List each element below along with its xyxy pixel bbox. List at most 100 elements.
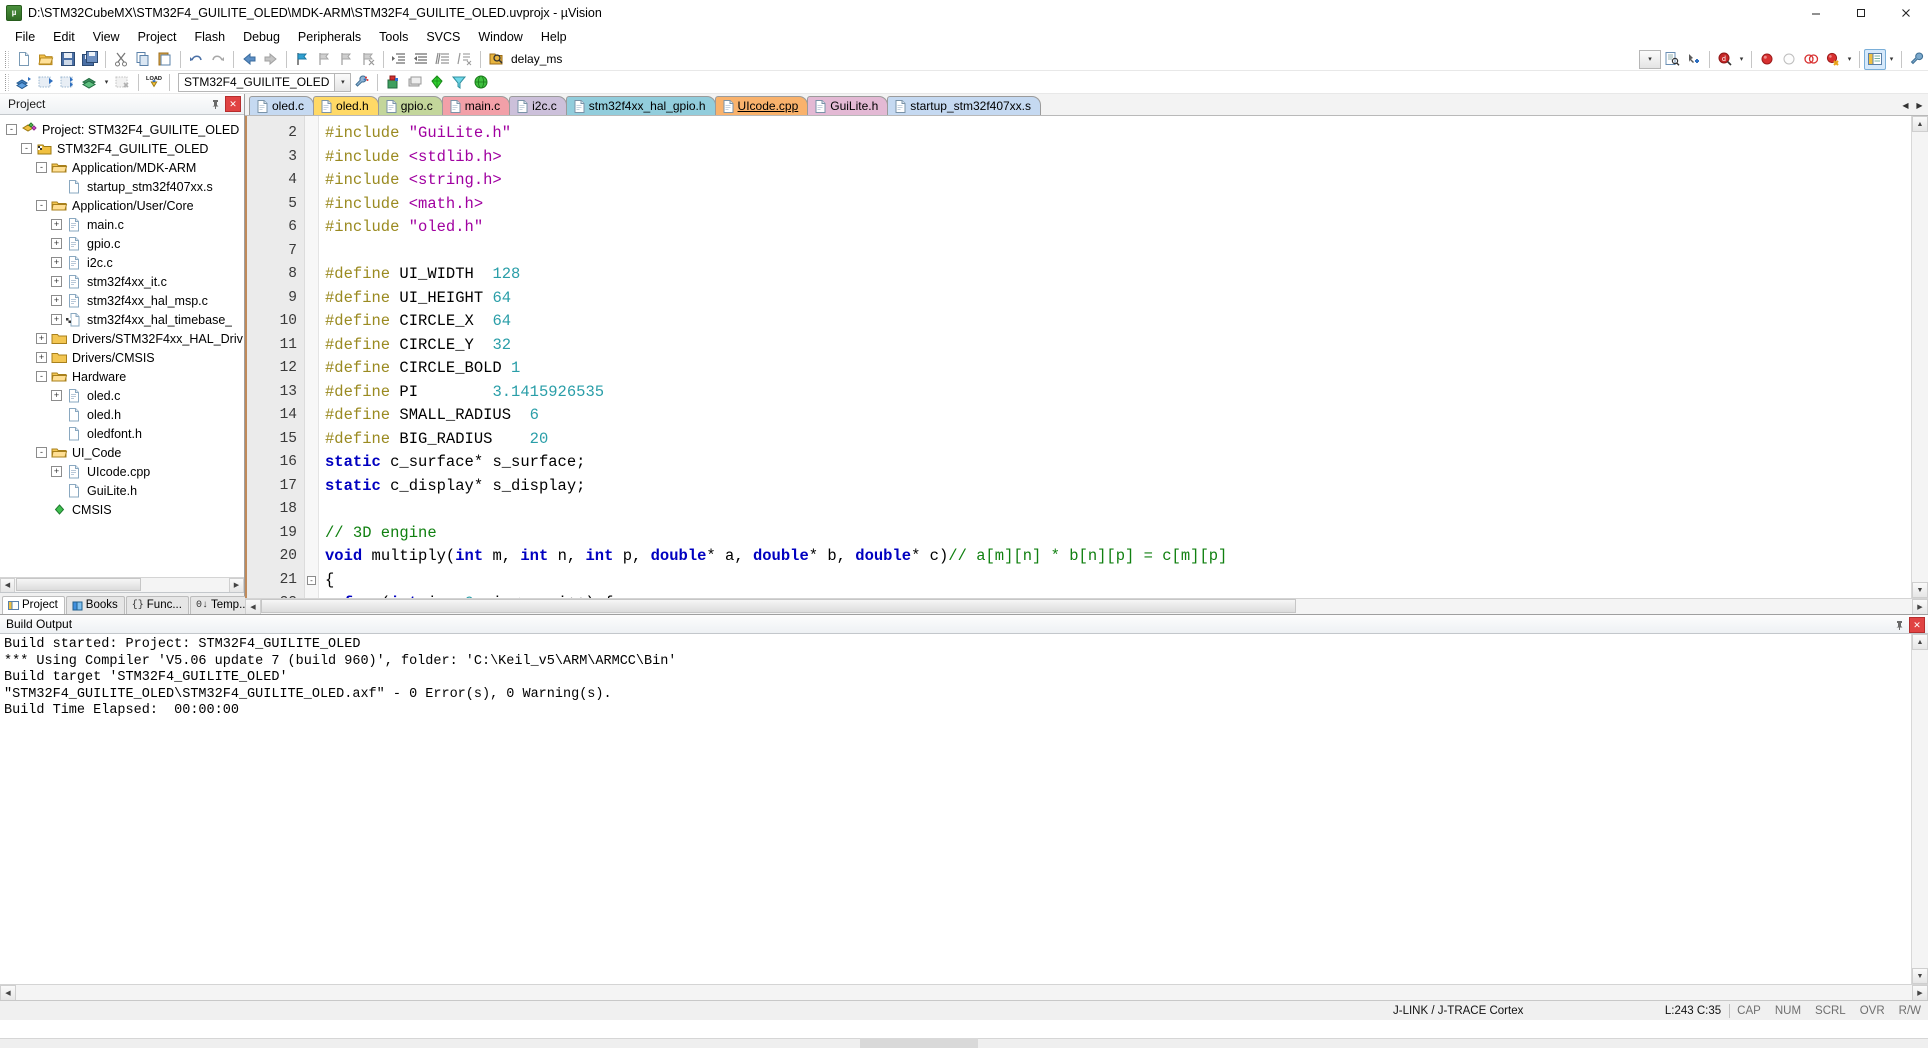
navigate-back-icon[interactable] [238,49,260,70]
paste-icon[interactable] [154,49,176,70]
project-window-icon[interactable] [1864,49,1886,70]
expand-icon[interactable]: + [51,295,62,306]
bookmark-toggle-icon[interactable] [291,49,313,70]
vscroll-up-arrow-icon[interactable]: ▲ [1912,116,1928,132]
tree-item[interactable]: +UIcode.cpp [6,462,244,481]
breakpoint-dropdown-icon[interactable]: ▾ [1844,49,1855,70]
build-pin-icon[interactable] [1891,617,1907,633]
vscroll-track[interactable] [1912,132,1928,582]
editor-hscroll-right-icon[interactable]: ▶ [1912,599,1928,615]
stop-build-icon[interactable] [112,72,134,93]
download-icon[interactable]: LOAD [143,72,165,93]
menu-debug[interactable]: Debug [234,28,289,46]
tab-project[interactable]: Project [2,596,65,614]
tree-item[interactable]: -UI_Code [6,443,244,462]
tree-item[interactable]: +Drivers/STM32F4xx_HAL_Driv [6,329,244,348]
fold-toggle[interactable]: - [305,592,318,598]
breakpoint-kill-all-icon[interactable] [1822,49,1844,70]
build-hscroll-left-icon[interactable]: ◀ [0,985,16,1001]
editor-hscroll-thumb[interactable] [261,599,1296,613]
green-gem-icon[interactable] [426,72,448,93]
breakpoint-insert-icon[interactable] [1756,49,1778,70]
tree-item[interactable]: CMSIS [6,500,244,519]
new-file-icon[interactable] [13,49,35,70]
expand-icon[interactable]: + [36,352,47,363]
editor-tab[interactable]: gpio.c [378,96,443,115]
tree-item[interactable]: +gpio.c [6,234,244,253]
menu-flash[interactable]: Flash [185,28,234,46]
expand-icon[interactable]: + [51,257,62,268]
pack-installer-icon[interactable] [404,72,426,93]
configure-icon[interactable] [1906,49,1928,70]
expand-icon[interactable]: + [36,333,47,344]
build-hscroll-right-icon[interactable]: ▶ [1912,985,1928,1001]
editor-tab[interactable]: UIcode.cpp [715,96,809,115]
expand-icon[interactable]: + [51,466,62,477]
tab-functions[interactable]: {} Func... [126,596,189,614]
tree-item[interactable]: GuiLite.h [6,481,244,500]
tree-item[interactable]: +oled.c [6,386,244,405]
indent-left-icon[interactable] [410,49,432,70]
hscroll-left-arrow-icon[interactable]: ◀ [0,578,15,593]
build-vscrollbar[interactable]: ▲ ▼ [1911,634,1928,984]
hscroll-right-arrow-icon[interactable]: ▶ [229,578,244,593]
menu-peripherals[interactable]: Peripherals [289,28,370,46]
open-file-icon[interactable] [35,49,57,70]
tab-scroll-left-icon[interactable]: ◀ [1899,98,1912,113]
project-tree[interactable]: -Project: STM32F4_GUILITE_OLED-STM32F4_G… [0,115,244,577]
filter-icon[interactable] [448,72,470,93]
taskbar-active-window[interactable] [860,1038,978,1048]
build-icon[interactable] [35,72,57,93]
menu-svcs[interactable]: SVCS [417,28,469,46]
tree-item[interactable]: +stm32f4xx_it.c [6,272,244,291]
menu-file[interactable]: File [6,28,44,46]
tree-item[interactable]: +Drivers/CMSIS [6,348,244,367]
collapse-icon[interactable]: - [36,200,47,211]
code-content[interactable]: #include "GuiLite.h"#include <stdlib.h>#… [319,116,1911,598]
target-selector[interactable]: STM32F4_GUILITE_OLED ▾ [178,73,351,92]
collapse-icon[interactable]: - [36,447,47,458]
bookmark-next-icon[interactable] [335,49,357,70]
undo-icon[interactable] [185,49,207,70]
project-window-dropdown-icon[interactable]: ▾ [1886,49,1897,70]
incremental-find-icon[interactable] [1661,49,1683,70]
bookmark-clear-icon[interactable] [357,49,379,70]
build-vscroll-track[interactable] [1912,650,1928,968]
collapse-icon[interactable]: - [307,576,316,585]
toolbar-grip[interactable] [5,51,9,68]
rebuild-icon[interactable] [57,72,79,93]
translate-icon[interactable] [13,72,35,93]
hscroll-thumb[interactable] [16,578,141,591]
tree-item[interactable]: -Project: STM32F4_GUILITE_OLED [6,120,244,139]
target-options-icon[interactable] [351,72,373,93]
tree-item[interactable]: -Application/User/Core [6,196,244,215]
batch-build-icon[interactable] [79,72,101,93]
menu-project[interactable]: Project [129,28,186,46]
menu-edit[interactable]: Edit [44,28,84,46]
build-hscrollbar[interactable]: ◀ ▶ [0,984,1928,1000]
close-icon[interactable]: ✕ [225,96,241,112]
expand-icon[interactable]: + [51,276,62,287]
editor-tab[interactable]: i2c.c [509,96,567,115]
tree-item[interactable]: +main.c [6,215,244,234]
tree-item[interactable]: -STM32F4_GUILITE_OLED [6,139,244,158]
editor-tab[interactable]: stm32f4xx_hal_gpio.h [566,96,716,115]
find-references-dropdown-icon[interactable]: ▾ [1736,49,1747,70]
collapse-icon[interactable]: - [6,124,17,135]
manage-components-icon[interactable] [382,72,404,93]
tree-item[interactable]: oledfont.h [6,424,244,443]
editor-vscrollbar[interactable]: ▲ ▼ [1911,116,1928,598]
pin-icon[interactable] [207,96,223,112]
expand-icon[interactable]: + [51,314,62,325]
editor-hscroll-left-icon[interactable]: ◀ [245,599,261,615]
tree-item[interactable]: +i2c.c [6,253,244,272]
fold-toggle[interactable]: - [305,569,318,593]
redo-icon[interactable] [207,49,229,70]
batch-build-dropdown-icon[interactable]: ▾ [101,72,112,93]
code-folding-gutter[interactable]: -- [305,116,319,598]
build-vscroll-up-icon[interactable]: ▲ [1912,634,1928,650]
project-tree-hscrollbar[interactable]: ◀ ▶ [0,577,244,592]
maximize-button[interactable] [1838,0,1883,26]
menu-view[interactable]: View [84,28,129,46]
breakpoint-disable-icon[interactable] [1778,49,1800,70]
